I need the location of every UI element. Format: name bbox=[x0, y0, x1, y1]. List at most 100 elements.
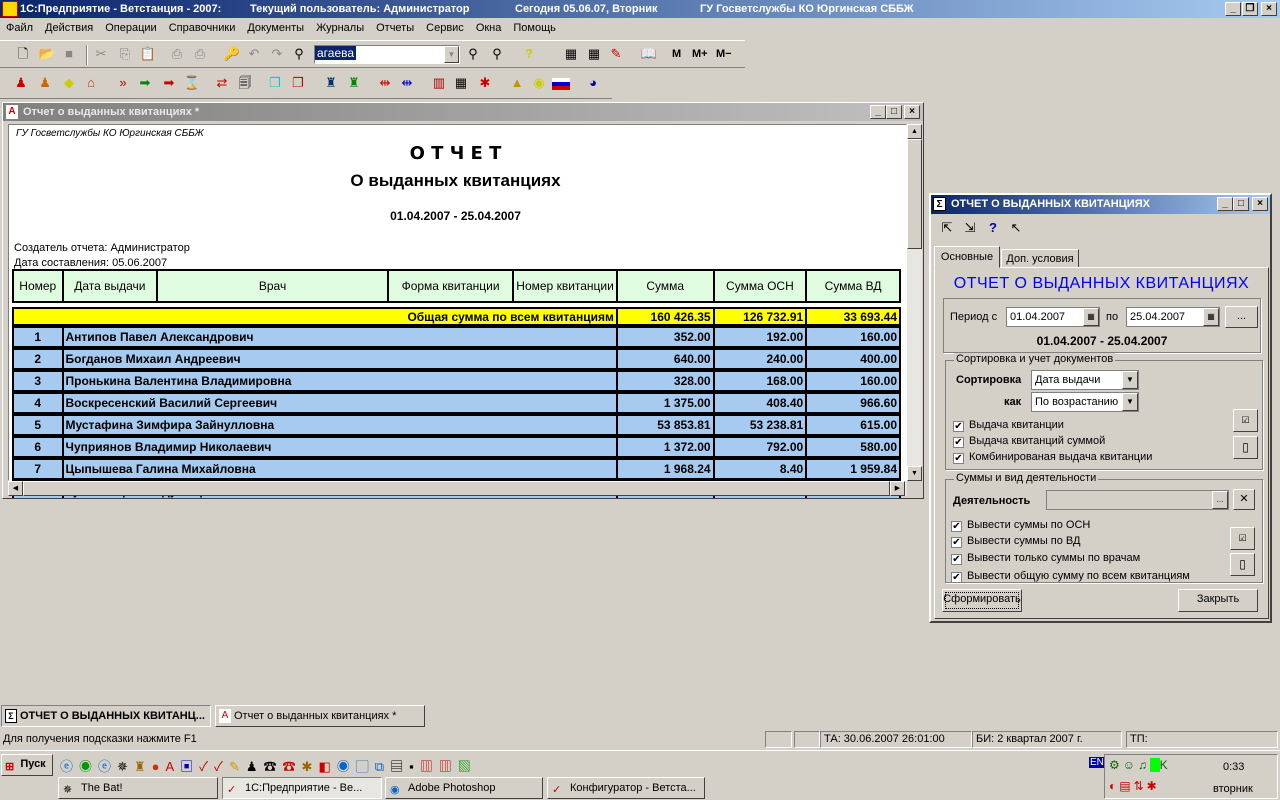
network-icon[interactable]: ⧉ bbox=[375, 759, 390, 774]
office-icon[interactable]: ◧ bbox=[318, 759, 336, 774]
cmd-icon[interactable]: ▪ bbox=[409, 759, 420, 774]
user-icon[interactable]: ♟ bbox=[246, 759, 264, 774]
date-from-field[interactable]: 01.04.2007 ▦ bbox=[1006, 307, 1100, 327]
whats-this-icon[interactable]: ↖ bbox=[1007, 219, 1025, 237]
exchange-icon[interactable]: ⇄ bbox=[213, 74, 231, 92]
close-button[interactable]: × bbox=[1261, 2, 1277, 16]
documents-icon[interactable]: 🗐 bbox=[236, 74, 254, 92]
check-receipt[interactable]: ✔ Выдача квитанции bbox=[953, 417, 1152, 433]
scroll-left-icon[interactable]: ◀ bbox=[8, 481, 23, 496]
date-to-field[interactable]: 25.04.2007 ▦ bbox=[1126, 307, 1220, 327]
ie-icon[interactable]: ⓔ bbox=[60, 759, 79, 774]
transfer-minus-icon[interactable]: ⇹ bbox=[376, 74, 394, 92]
check-all-button[interactable]: ☑ bbox=[1233, 409, 1258, 432]
calculator-icon[interactable]: ▦ bbox=[562, 45, 580, 63]
checkbox-icon[interactable]: ✔ bbox=[953, 453, 964, 464]
chevron-down-icon[interactable]: ▼ bbox=[1122, 393, 1138, 411]
find-next-icon[interactable]: ⚲ bbox=[464, 45, 482, 63]
pencil-icon[interactable]: ✎ bbox=[229, 759, 246, 774]
report-horizontal-scrollbar[interactable]: ◀ ▶ bbox=[8, 481, 907, 496]
bat-icon[interactable]: ✵ bbox=[117, 759, 134, 774]
chevron-down-icon[interactable]: ▼ bbox=[444, 46, 459, 63]
undo-icon[interactable]: ↶ bbox=[245, 45, 263, 63]
butterfly-icon[interactable]: ✱ bbox=[476, 74, 494, 92]
sort-select[interactable]: Дата выдачи ▼ bbox=[1031, 370, 1139, 390]
uncheck-all-sums-button[interactable]: ▯ bbox=[1230, 553, 1255, 576]
task-1c-enterprise[interactable]: ✓ 1С:Предприятие - Ве... bbox=[222, 777, 382, 799]
activity-field[interactable]: … bbox=[1046, 490, 1229, 510]
animal-icon[interactable]: ◆ bbox=[60, 74, 78, 92]
help-icon[interactable]: ? bbox=[520, 45, 538, 63]
dialog-close-button[interactable]: × bbox=[1252, 197, 1268, 211]
menu-actions[interactable]: Действия bbox=[39, 19, 99, 37]
language-indicator[interactable]: EN bbox=[1089, 757, 1105, 768]
generate-button[interactable]: Сформировать bbox=[942, 589, 1022, 612]
terminal-icon[interactable]: ▤ bbox=[390, 759, 409, 774]
tab-main[interactable]: Основные bbox=[934, 246, 1000, 268]
ellipsis-icon[interactable]: … bbox=[1212, 491, 1228, 509]
period-select-button[interactable]: ... bbox=[1225, 306, 1258, 328]
scroll-up-icon[interactable]: ▲ bbox=[907, 124, 922, 139]
checkbox-icon[interactable]: ✔ bbox=[953, 421, 964, 432]
window-icon[interactable]: ▢ bbox=[356, 759, 375, 774]
menu-catalogs[interactable]: Справочники bbox=[163, 19, 242, 37]
tools-icon[interactable]: ✎ bbox=[607, 45, 625, 63]
checkbox-icon[interactable]: ✔ bbox=[951, 572, 962, 583]
tray-icons-row2[interactable]: ◐▤⇅✱ bbox=[1109, 779, 1160, 793]
task-photoshop[interactable]: ◉ Adobe Photoshop bbox=[385, 777, 543, 799]
calendar-icon[interactable]: ▦ bbox=[1083, 308, 1099, 326]
scroll-right-icon[interactable]: ▶ bbox=[890, 481, 905, 496]
chevron-down-icon[interactable]: ▼ bbox=[1122, 371, 1138, 389]
tab-extra[interactable]: Доп. условия bbox=[1001, 249, 1079, 268]
save-icon[interactable]: ■ bbox=[60, 45, 78, 63]
search-combo[interactable]: агаева ▼ bbox=[314, 45, 460, 64]
russia-flag-icon[interactable] bbox=[552, 78, 570, 90]
check-total-sum[interactable]: ✔ Вывести общую сумму по всем квитанциям bbox=[951, 568, 1190, 584]
1c7-icon[interactable]: ▥ bbox=[420, 759, 439, 774]
clear-activity-button[interactable]: ✕ bbox=[1233, 489, 1255, 510]
house-icon[interactable]: ⌂ bbox=[82, 74, 100, 92]
menu-service[interactable]: Сервис bbox=[420, 19, 470, 37]
check-all-sums-button[interactable]: ☑ bbox=[1230, 527, 1255, 550]
print-preview-icon[interactable]: ⎙ bbox=[191, 45, 209, 63]
app-icon[interactable]: ♜ bbox=[134, 759, 152, 774]
find-prev-icon[interactable]: ⚲ bbox=[488, 45, 506, 63]
menu-documents[interactable]: Документы bbox=[241, 19, 310, 37]
globe-icon[interactable]: ◕ bbox=[584, 74, 602, 92]
memory-button[interactable]: M bbox=[672, 48, 681, 60]
people-icon[interactable]: ♟ bbox=[36, 74, 54, 92]
menu-journals[interactable]: Журналы bbox=[310, 19, 370, 37]
check-sum-osn[interactable]: ✔ Вывести суммы по ОСН bbox=[951, 517, 1190, 533]
phone-icon[interactable]: ☎ bbox=[264, 759, 283, 774]
minimize-button[interactable]: _ bbox=[1225, 2, 1241, 16]
check-receipt-sum[interactable]: ✔ Выдача квитанций суммой bbox=[953, 433, 1152, 449]
red-arrow-icon[interactable]: ➡ bbox=[160, 74, 178, 92]
close-dialog-button[interactable]: Закрыть bbox=[1178, 589, 1258, 612]
key-icon[interactable]: 🔑 bbox=[223, 45, 241, 63]
dialog-minimize-button[interactable]: _ bbox=[1217, 197, 1233, 211]
tool-icon[interactable]: ✱ bbox=[302, 759, 319, 774]
scroll-thumb[interactable] bbox=[907, 139, 922, 249]
photoshop-icon[interactable]: ◉ bbox=[337, 759, 356, 774]
help-book-icon[interactable]: ? bbox=[984, 219, 1002, 237]
task-configurator[interactable]: ✓ Конфигуратор - Ветста... bbox=[547, 777, 705, 799]
clock-icon[interactable]: ◉ bbox=[530, 74, 548, 92]
memory-plus-button[interactable]: M+ bbox=[692, 48, 708, 60]
transfer-plus-icon[interactable]: ⇹ bbox=[398, 74, 416, 92]
menu-help[interactable]: Помощь bbox=[507, 19, 562, 37]
window-tab-dialog[interactable]: Σ ОТЧЕТ О ВЫДАННЫХ КВИТАНЦ... bbox=[1, 705, 211, 727]
check-combined[interactable]: ✔ Комбинированая выдача квитанции bbox=[953, 449, 1152, 465]
copy-doc-icon[interactable]: ❐ bbox=[266, 74, 284, 92]
abacus-icon[interactable]: ▥ bbox=[430, 74, 448, 92]
person-icon[interactable]: ♟ bbox=[12, 74, 30, 92]
search-input[interactable]: агаева bbox=[315, 46, 357, 60]
desk-icon[interactable]: ♜ bbox=[345, 74, 363, 92]
menu-file[interactable]: Файл bbox=[0, 19, 39, 37]
browser-icon[interactable]: ⓔ bbox=[98, 759, 117, 774]
double-arrow-icon[interactable]: » bbox=[114, 74, 132, 92]
restore-button[interactable]: ❐ bbox=[1242, 2, 1258, 16]
copy-icon[interactable]: ⎘ bbox=[116, 45, 134, 63]
check-sum-doctors[interactable]: ✔ Вывести только суммы по врачам bbox=[951, 550, 1190, 566]
1c-icon[interactable]: ✓ bbox=[199, 759, 214, 774]
hourglass-icon[interactable]: ⌛ bbox=[183, 74, 201, 92]
